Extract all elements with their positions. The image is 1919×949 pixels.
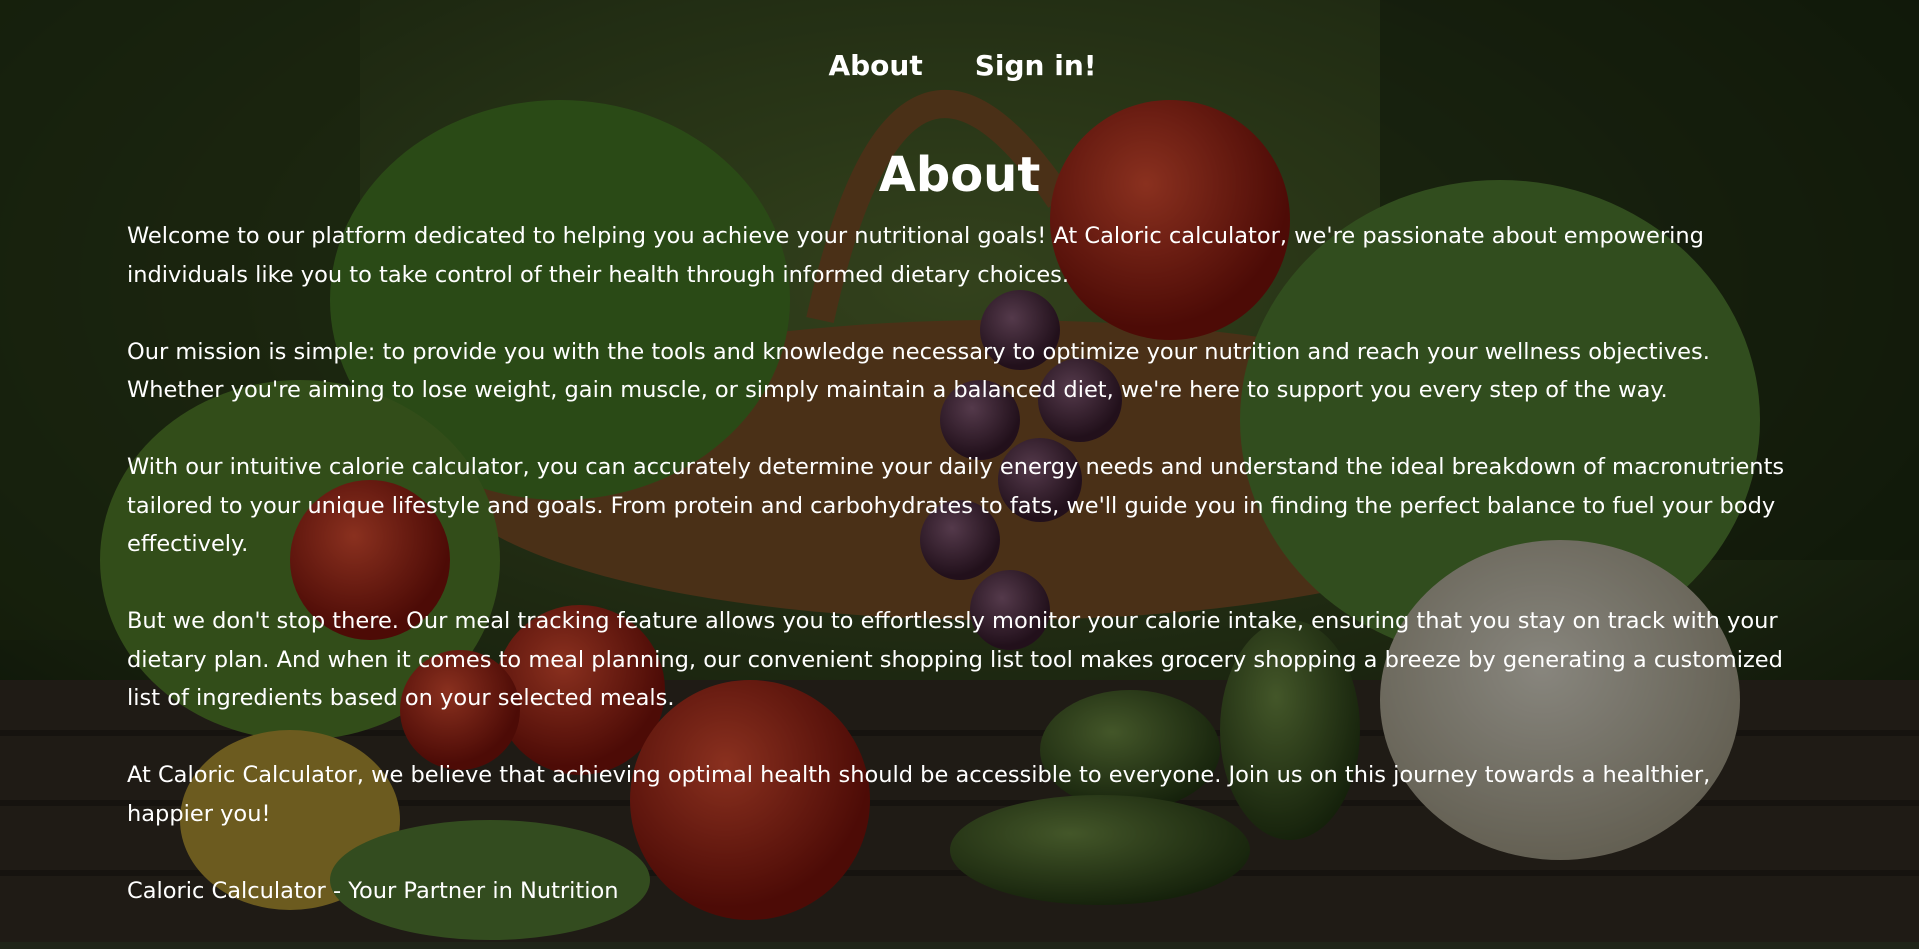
about-paragraph-calculator: With our intuitive calorie calculator, y… <box>127 454 1785 557</box>
about-paragraph-belief: At Caloric Calculator, we believe that a… <box>127 762 1711 827</box>
page-title: About <box>878 147 1041 203</box>
nav-signin-link[interactable]: Sign in! <box>975 46 1097 86</box>
about-paragraph-welcome: Welcome to our platform dedicated to hel… <box>127 223 1704 288</box>
nav-about-link[interactable]: About <box>828 46 922 86</box>
top-nav: About Sign in! <box>0 46 1919 86</box>
about-paragraph-mission: Our mission is simple: to provide you wi… <box>127 338 1710 404</box>
about-paragraph-meal-tracking: But we don't stop there. Our meal tracki… <box>127 608 1783 711</box>
about-tagline: Caloric Calculator - Your Partner in Nut… <box>127 877 619 904</box>
about-text: Welcome to our platform dedicated to hel… <box>127 217 1797 949</box>
